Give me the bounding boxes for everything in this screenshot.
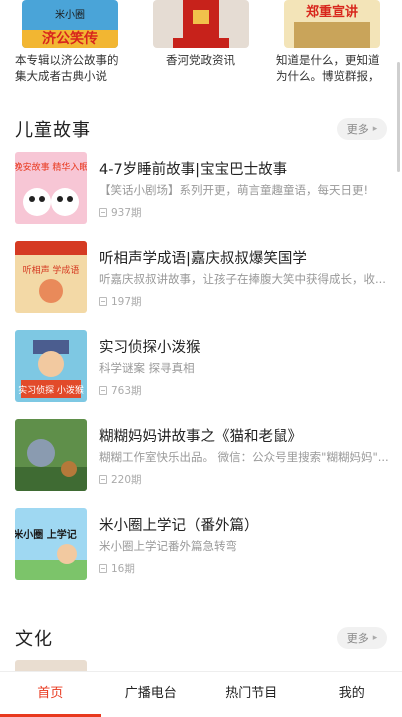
chevron-right-icon: ▸: [373, 633, 378, 643]
thumb-text: 实习侦探 小泼猴: [18, 384, 84, 396]
episode-count: 937期: [99, 205, 142, 220]
episodes-icon: [99, 297, 107, 306]
album-desc-jigong: 本专辑以济公故事的 集大成者古典小说: [15, 52, 119, 84]
episode-count-text: 937期: [111, 205, 142, 220]
item-title: 米小圈上学记（番外篇）: [99, 514, 389, 535]
more-button[interactable]: 更多 ▸: [337, 118, 387, 140]
album-art-title: 济公笑传: [42, 30, 98, 47]
list-item[interactable]: 听相声 学成语 听相声学成语|嘉庆叔叔爆笑国学 听嘉庆叔叔讲故事，让孩子在捧腹大…: [15, 241, 387, 313]
episode-count-text: 197期: [111, 294, 142, 309]
album-cover-jigong: 米小圈 济公笑传: [22, 0, 118, 48]
album-desc-xianghe: 香河党政资讯: [166, 52, 235, 68]
episode-count-text: 16期: [111, 561, 135, 576]
chevron-right-icon: ▸: [373, 124, 378, 134]
album-brand: 米小圈: [55, 8, 85, 21]
section-title: 儿童故事: [15, 116, 91, 142]
album-thumbnail: 米小圈 上学记: [15, 508, 87, 580]
scrollbar[interactable]: [397, 62, 400, 172]
nav-radio[interactable]: 广播电台: [101, 672, 202, 717]
nav-mine[interactable]: 我的: [302, 672, 402, 717]
bottom-nav: 首页 广播电台 热门节目 我的: [0, 671, 402, 717]
album-cover-zhengzhong: 郑重宣讲: [284, 0, 380, 48]
album-thumbnail: 听相声 学成语: [15, 241, 87, 313]
album-desc-line: 知道是什么，更知道: [276, 52, 380, 68]
episode-count-text: 220期: [111, 472, 142, 487]
episodes-icon: [99, 386, 107, 395]
episode-count: 197期: [99, 294, 142, 309]
album-desc-line: 集大成者古典小说: [15, 68, 119, 84]
episodes-icon: [99, 475, 107, 484]
episode-count: 16期: [99, 561, 135, 576]
episodes-icon: [99, 564, 107, 573]
album-desc-line: 香河党政资讯: [166, 52, 235, 68]
album-desc-zhengzhong: 知道是什么，更知道 为什么。博览群报，: [276, 52, 380, 84]
section-header-kids: 儿童故事 更多 ▸: [15, 116, 387, 142]
thumb-text: 晚安故事 精华入眠: [15, 161, 87, 173]
episode-count: 763期: [99, 383, 142, 398]
episode-count-text: 763期: [111, 383, 142, 398]
item-desc: 糊糊工作室快乐出品。 微信：公众号里搜索"糊糊妈妈"...: [99, 449, 389, 465]
list-item[interactable]: 晚安故事 精华入眠 4-7岁睡前故事|宝宝巴士故事 【笑话小剧场】系列开更，萌言…: [15, 152, 387, 224]
item-title: 实习侦探小泼猴: [99, 336, 389, 357]
item-title: 听相声学成语|嘉庆叔叔爆笑国学: [99, 247, 389, 268]
thumb-text: 听相声 学成语: [23, 264, 80, 276]
item-title: 4-7岁睡前故事|宝宝巴士故事: [99, 158, 389, 179]
section-header-culture: 文化 更多 ▸: [15, 625, 387, 651]
album-card-xianghe[interactable]: [153, 0, 249, 48]
more-button[interactable]: 更多 ▸: [337, 627, 387, 649]
album-thumbnail: 实习侦探 小泼猴: [15, 330, 87, 402]
list-item[interactable]: 糊糊妈妈讲故事之《猫和老鼠》 糊糊工作室快乐出品。 微信：公众号里搜索"糊糊妈妈…: [15, 419, 387, 491]
nav-home[interactable]: 首页: [0, 672, 101, 717]
nav-hot[interactable]: 热门节目: [201, 672, 302, 717]
album-cover-xianghe: [153, 0, 249, 48]
album-card-zhengzhong[interactable]: 郑重宣讲: [284, 0, 380, 48]
episodes-icon: [99, 208, 107, 217]
more-label: 更多: [347, 121, 369, 137]
item-desc: 科学谜案 探寻真相: [99, 360, 389, 376]
section-title: 文化: [15, 625, 53, 651]
album-art-title: 郑重宣讲: [306, 4, 358, 20]
episode-count: 220期: [99, 472, 142, 487]
item-desc: 米小圈上学记番外篇急转弯: [99, 538, 389, 554]
top-album-strip: 米小圈 济公笑传 本专辑以济公故事的 集大成者古典小说 香河党政资讯 郑重宣讲 …: [0, 0, 402, 92]
item-desc: 【笑话小剧场】系列开更，萌言童趣童语，每天日更!: [99, 182, 389, 198]
album-desc-line: 本专辑以济公故事的: [15, 52, 119, 68]
item-title: 糊糊妈妈讲故事之《猫和老鼠》: [99, 425, 389, 446]
album-thumbnail: [15, 419, 87, 491]
thumb-text: 米小圈 上学记: [15, 528, 77, 541]
item-desc: 听嘉庆叔叔讲故事，让孩子在捧腹大笑中获得成长，收...: [99, 271, 389, 287]
list-item[interactable]: 实习侦探 小泼猴 实习侦探小泼猴 科学谜案 探寻真相 763期: [15, 330, 387, 402]
album-desc-line: 为什么。博览群报，: [276, 68, 380, 84]
list-item[interactable]: 米小圈 上学记 米小圈上学记（番外篇） 米小圈上学记番外篇急转弯 16期: [15, 508, 387, 580]
more-label: 更多: [347, 630, 369, 646]
album-card-jigong[interactable]: 米小圈 济公笑传: [22, 0, 118, 48]
album-thumbnail: 晚安故事 精华入眠: [15, 152, 87, 224]
